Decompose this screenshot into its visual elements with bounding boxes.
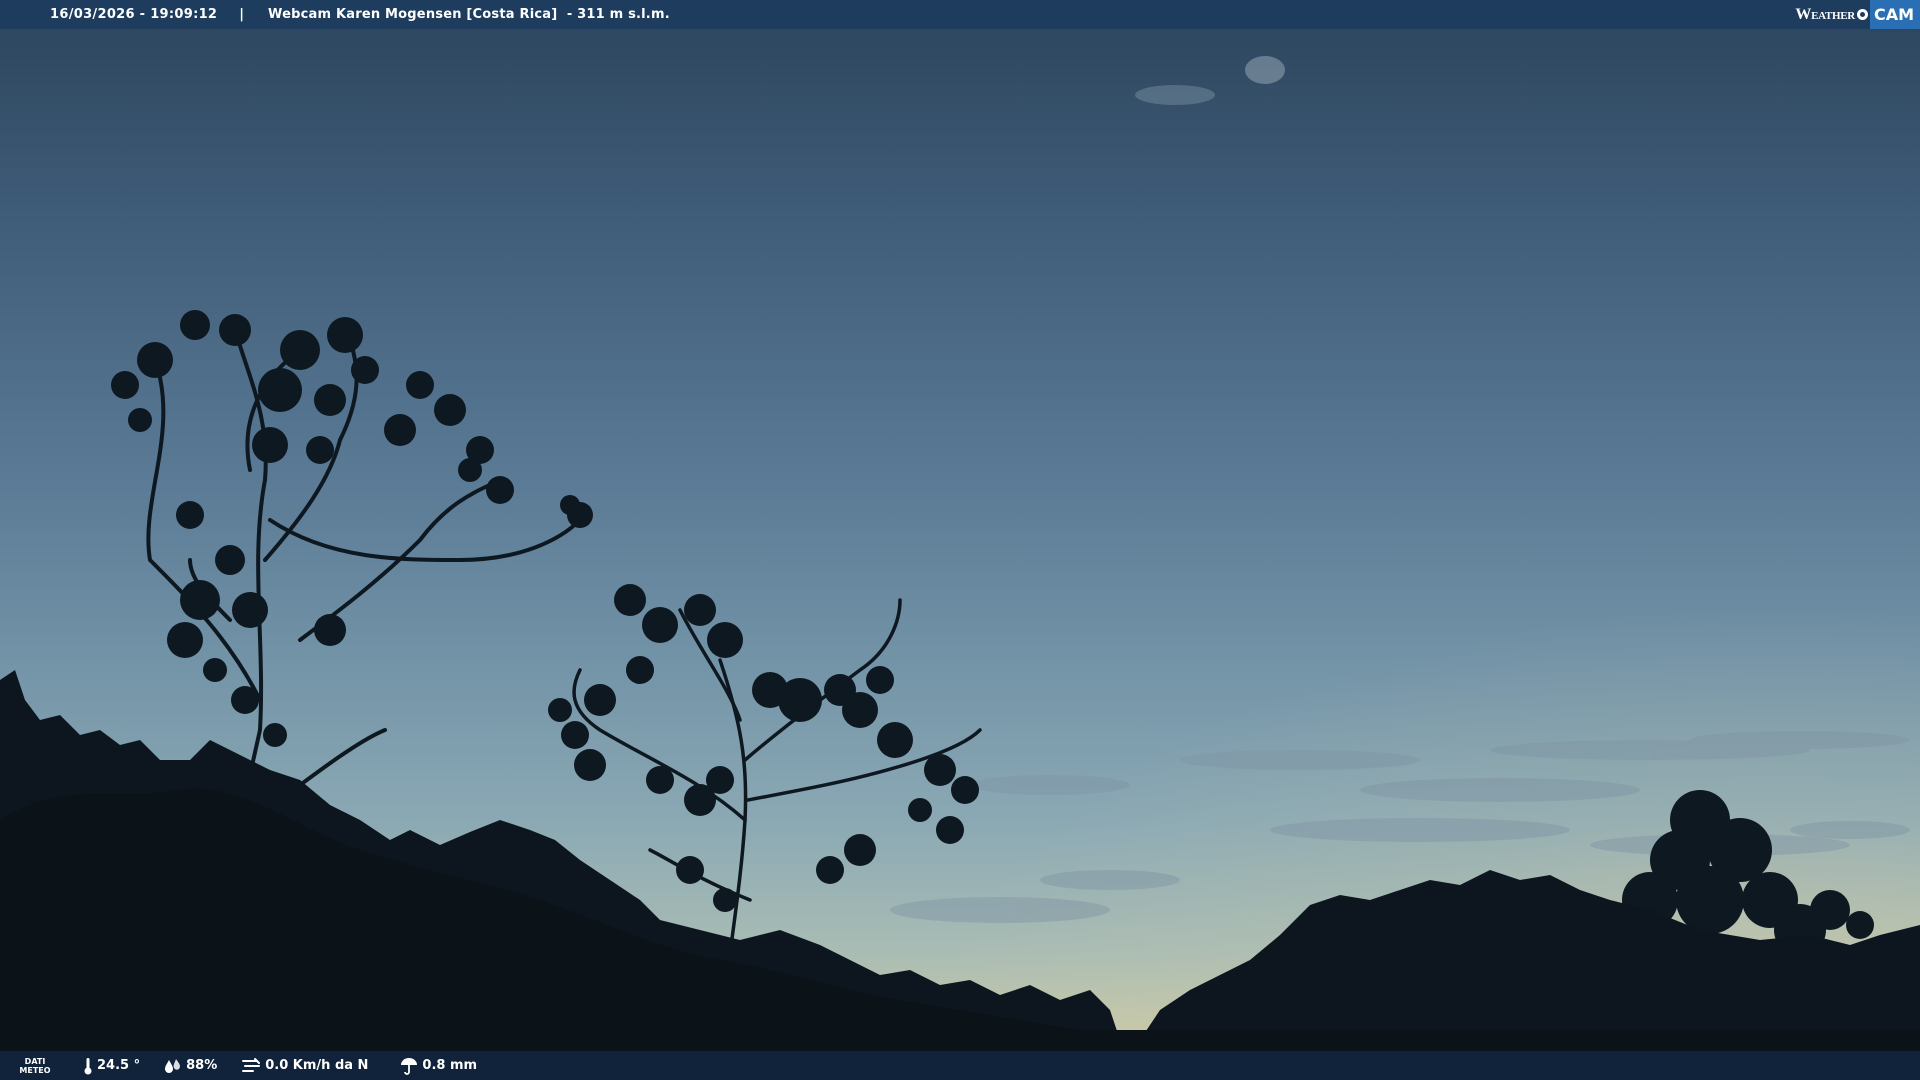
dati-label-line2: METEO [19,1065,51,1075]
dati-label-line1: DATI [24,1056,46,1066]
weather-data-bar: DATI METEO 24.5 ° 88% 0.0 Km/h da N 0.8 … [0,1051,1920,1080]
thermometer-icon [84,1057,92,1074]
rain-value: 0.8 mm [422,1058,478,1073]
rain-metric: 0.8 mm [400,1057,477,1075]
webcam-title: Webcam Karen Mogensen [Costa Rica] - 311… [268,7,670,22]
temperature-metric: 24.5 ° [83,1057,140,1075]
dati-meteo-label: DATI METEO [5,1057,65,1075]
timestamp: 16/03/2026 - 19:09:12 [50,7,218,22]
middle-tree-leaves [548,584,979,912]
wind-metric: 0.0 Km/h da N [241,1057,368,1075]
temperature-value: 24.5 ° [97,1058,141,1073]
eye-icon [1856,9,1868,20]
header-separator: | [239,7,245,22]
webcam-frame: 16/03/2026 - 19:09:12 | Webcam Karen Mog… [0,0,1920,1080]
left-tree-leaves [111,310,593,747]
webcam-scene [0,56,1920,1080]
wind-icon [242,1057,261,1072]
logo-text-weather: Weather [1795,5,1855,23]
header-bar: 16/03/2026 - 19:09:12 | Webcam Karen Mog… [0,0,1920,29]
clouds [890,56,1910,923]
logo-text-cam: CAM [1869,0,1920,29]
weathercam-logo[interactable]: Weather CAM [1795,0,1920,29]
humidity-drops-icon [165,1058,181,1073]
humidity-metric: 88% [164,1058,217,1074]
humidity-value: 88% [186,1058,218,1073]
wind-value: 0.0 Km/h da N [265,1058,369,1073]
umbrella-icon [401,1057,418,1075]
